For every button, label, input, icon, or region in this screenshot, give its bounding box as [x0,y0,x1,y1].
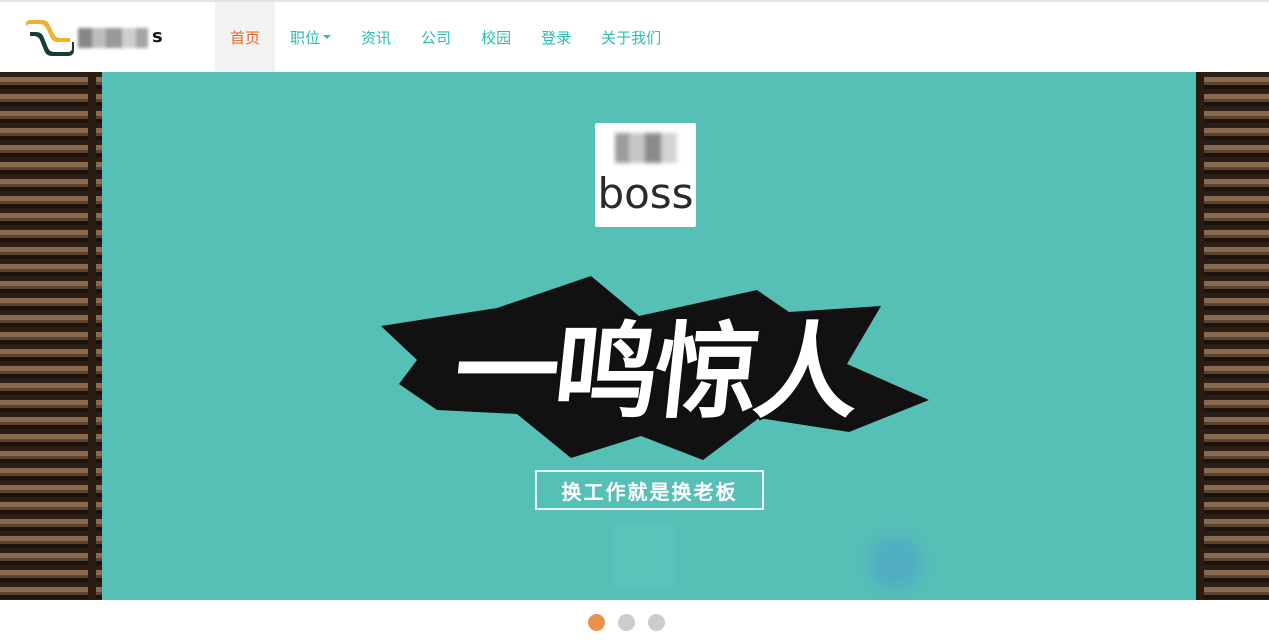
caret-down-icon [323,35,332,39]
wooden-shutter-right [1196,72,1269,600]
nav-item-label: 首页 [230,28,261,47]
faded-circle [859,527,931,599]
carousel-slide[interactable]: boss 一鸣惊人 换工作就是换老板 [0,72,1269,600]
carousel-indicator-1[interactable] [588,614,605,631]
nav-item-label: 职位 [290,28,321,47]
nav-item-campus[interactable]: 校园 [466,2,526,72]
nav-item-label: 公司 [421,28,452,47]
carousel-indicators [588,614,665,631]
slide-panel: boss 一鸣惊人 换工作就是换老板 [102,72,1196,600]
nav-item-companies[interactable]: 公司 [406,2,466,72]
wooden-shutter-left [0,72,102,600]
boss-logo-card: boss [595,123,696,227]
tagline-text: 换工作就是换老板 [561,479,738,504]
nav-item-about[interactable]: 关于我们 [586,2,676,72]
brand-name-redacted [78,28,148,48]
nav-item-login[interactable]: 登录 [526,2,586,72]
nav-item-label: 关于我们 [601,28,662,47]
nav-item-label: 校园 [481,28,512,47]
nav-item-label: 登录 [541,28,572,47]
brand-logo[interactable]: s [22,18,172,58]
navbar: s 首页 职位 资讯 公司 校园 登录 关于我们 [0,2,1269,72]
logo-card-text: boss [597,169,694,218]
main-nav: 首页 职位 资讯 公司 校园 登录 关于我们 [215,2,676,72]
nav-item-news[interactable]: 资讯 [346,2,406,72]
headline-burst: 一鸣惊人 [377,272,933,462]
faded-block [614,524,674,588]
nav-item-label: 资讯 [361,28,392,47]
brand-mark-icon [26,20,74,56]
logo-card-redacted [615,133,677,163]
nav-item-jobs[interactable]: 职位 [275,2,346,72]
carousel-indicator-3[interactable] [648,614,665,631]
nav-item-home[interactable]: 首页 [215,2,276,72]
brand-name-suffix: s [152,26,164,47]
headline-text: 一鸣惊人 [447,309,864,435]
carousel-indicator-2[interactable] [618,614,635,631]
tagline-box: 换工作就是换老板 [535,470,764,510]
